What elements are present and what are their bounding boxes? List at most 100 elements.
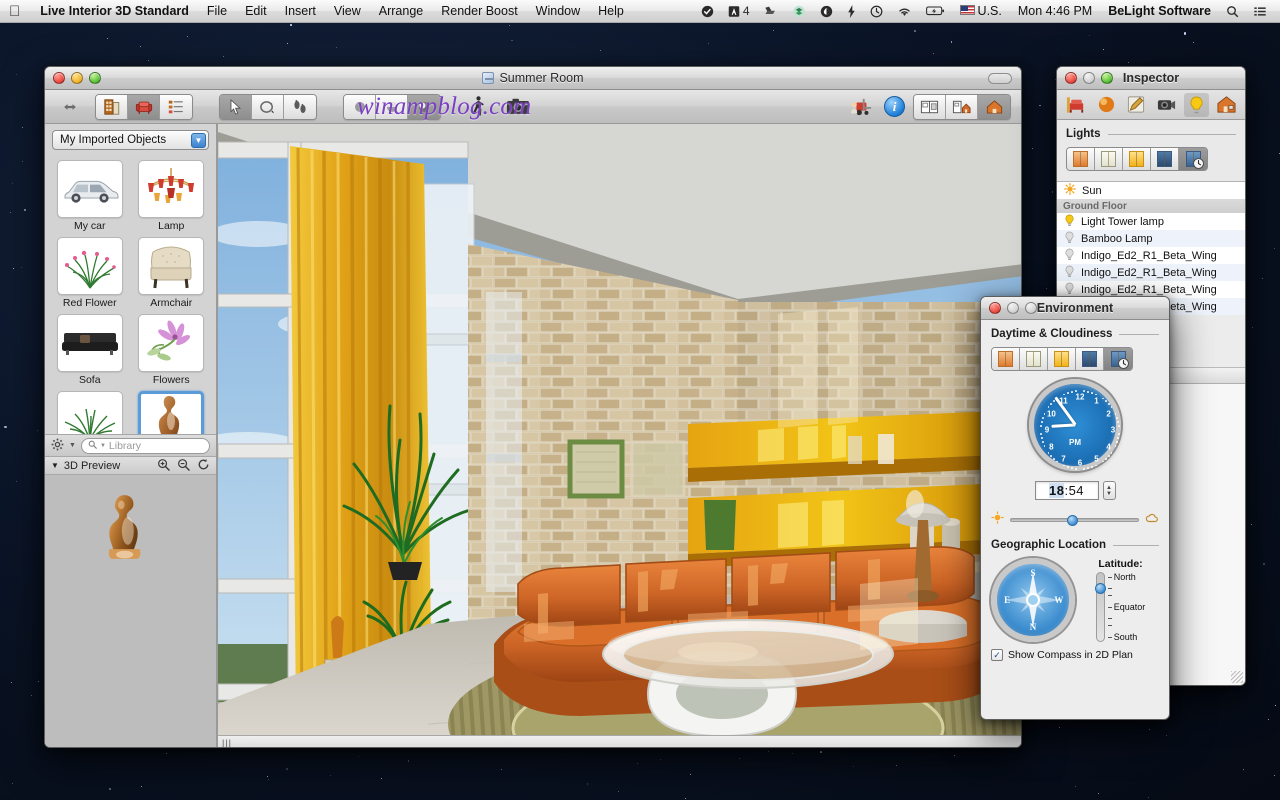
document-proxy-icon[interactable] [482,72,495,84]
light-inspector-tab[interactable] [1183,92,1209,117]
clock-hour-hand[interactable] [1050,423,1076,428]
forklift-icon[interactable] [846,94,876,120]
time-minutes[interactable]: 54 [1069,483,1084,498]
viewport-resize-grip[interactable]: ||| [222,738,232,748]
library-item-flowers[interactable]: Flowers [133,314,211,389]
library-item-bush[interactable]: Bush [51,391,129,434]
menu-arrange[interactable]: Arrange [370,0,432,23]
time-hours[interactable]: 18 [1048,483,1065,498]
zoom-out-icon[interactable] [177,458,190,474]
preset-sunrise-button[interactable] [1067,148,1095,170]
close-button[interactable] [1065,72,1077,84]
chevron-down-icon[interactable]: ▼ [69,442,76,449]
bulb-off-icon[interactable] [1064,265,1075,281]
library-item-lamp[interactable]: Lamp [133,160,211,235]
zoom-button[interactable] [1101,72,1113,84]
zoom-in-icon[interactable] [157,458,170,474]
apple-menu-icon[interactable]:  [9,4,20,19]
input-source-indicator[interactable]: U.S. [952,0,1010,23]
building-inspector-tab[interactable] [1214,93,1239,117]
bulb-on-icon[interactable] [1064,214,1075,230]
cloudiness-track[interactable] [1010,515,1139,526]
close-button[interactable] [989,302,1001,314]
menu-edit[interactable]: Edit [236,0,276,23]
document-titlebar[interactable]: Summer Room [45,67,1021,90]
google-drive-icon[interactable] [757,5,785,18]
clock-widget[interactable]: PM 12 1 2 3 4 5 6 7 8 9 10 11 [991,379,1159,471]
time-stepper[interactable]: ▲ ▼ [1102,481,1116,500]
menu-window[interactable]: Window [527,0,589,23]
library-item-sofa[interactable]: Sofa [51,314,129,389]
menubar-user[interactable]: BeLight Software [1100,0,1219,23]
clock-history-icon[interactable] [863,5,890,18]
checkmark-badge-icon[interactable] [694,5,721,18]
menu-view[interactable]: View [325,0,370,23]
split-view-button[interactable] [914,94,946,119]
arrows-icon[interactable] [55,94,85,120]
furniture-mode-button[interactable] [128,94,160,119]
library-item-my-car[interactable]: My car [51,160,129,235]
light-row-indigo-2[interactable]: Indigo_Ed2_R1_Beta_Wing [1057,264,1245,281]
plan-and-3d-view-button[interactable] [946,94,978,119]
inspector-titlebar[interactable]: Inspector [1057,67,1245,90]
battery-icon[interactable] [919,5,952,17]
camera-icon[interactable] [503,94,533,120]
bulb-off-icon[interactable] [1064,248,1075,264]
light-row-sun[interactable]: Sun [1057,182,1245,199]
preset-day-button[interactable] [1095,148,1123,170]
preset-sunset-button[interactable] [1123,148,1151,170]
light-row-indigo-1[interactable]: Indigo_Ed2_R1_Beta_Wing [1057,247,1245,264]
menu-file[interactable]: File [198,0,236,23]
realistic-shading-button[interactable] [408,94,440,119]
droplet-icon[interactable] [813,5,840,18]
list-mode-button[interactable] [160,94,192,119]
light-row-light-tower-lamp[interactable]: Light Tower lamp [1057,213,1245,230]
smooth-shading-button[interactable] [376,94,408,119]
resize-grip[interactable] [1231,671,1243,683]
flat-shading-button[interactable] [344,94,376,119]
library-item-armchair[interactable]: Armchair [133,237,211,312]
menubar-clock[interactable]: Mon 4:46 PM [1010,0,1100,23]
dropbox-icon[interactable] [785,5,813,18]
preset-sunrise-button[interactable] [992,348,1020,370]
walk-tool-button[interactable] [284,94,316,119]
show-compass-checkbox-row[interactable]: ✓ Show Compass in 2D Plan [991,649,1159,661]
menu-help[interactable]: Help [589,0,633,23]
camera-inspector-tab[interactable] [1154,93,1179,117]
sun-icon[interactable] [1064,183,1076,198]
rotate-icon[interactable] [197,458,210,474]
preset-night-button[interactable] [1076,348,1104,370]
chevron-down-icon[interactable]: ▼ [191,133,206,148]
inspector-window-controls[interactable] [1057,72,1113,84]
info-icon[interactable]: i [884,96,905,117]
zoom-button[interactable] [1025,302,1037,314]
preset-custom-time-button[interactable] [1104,348,1132,370]
analog-clock[interactable]: PM 12 1 2 3 4 5 6 7 8 9 10 11 [1029,379,1121,471]
library-search-input[interactable]: ▼ Library [80,437,210,454]
menu-render-boost[interactable]: Render Boost [432,0,526,23]
library-item-red-flower[interactable]: Red Flower [51,237,129,312]
latitude-slider-track[interactable] [1094,572,1106,642]
toolbar-toggle-button[interactable] [988,73,1012,84]
minimize-button[interactable] [1007,302,1019,314]
search-icon[interactable] [1219,5,1246,18]
stepper-down-icon[interactable]: ▼ [1106,491,1112,497]
latitude-slider-knob[interactable] [1094,582,1106,594]
building-mode-button[interactable] [96,94,128,119]
cloudiness-knob[interactable] [1066,515,1078,526]
environment-window-controls[interactable] [981,302,1037,314]
compass-widget[interactable]: S N E W [991,558,1075,642]
full-3d-view-button[interactable] [978,94,1010,119]
flash-icon[interactable] [840,4,863,18]
time-input[interactable]: 18:54 [1034,481,1099,500]
notification-center-icon[interactable] [1246,5,1274,18]
preset-day-button[interactable] [1020,348,1048,370]
minimize-button[interactable] [1083,72,1095,84]
adobe-icon[interactable]: 4 [721,0,757,23]
preset-sunset-button[interactable] [1048,348,1076,370]
menu-app-name[interactable]: Live Interior 3D Standard [31,0,198,23]
bulb-off-icon[interactable] [1064,231,1075,247]
environment-titlebar[interactable]: Environment [981,297,1169,320]
wifi-icon[interactable] [890,5,919,18]
walking-person-icon[interactable] [463,94,493,120]
